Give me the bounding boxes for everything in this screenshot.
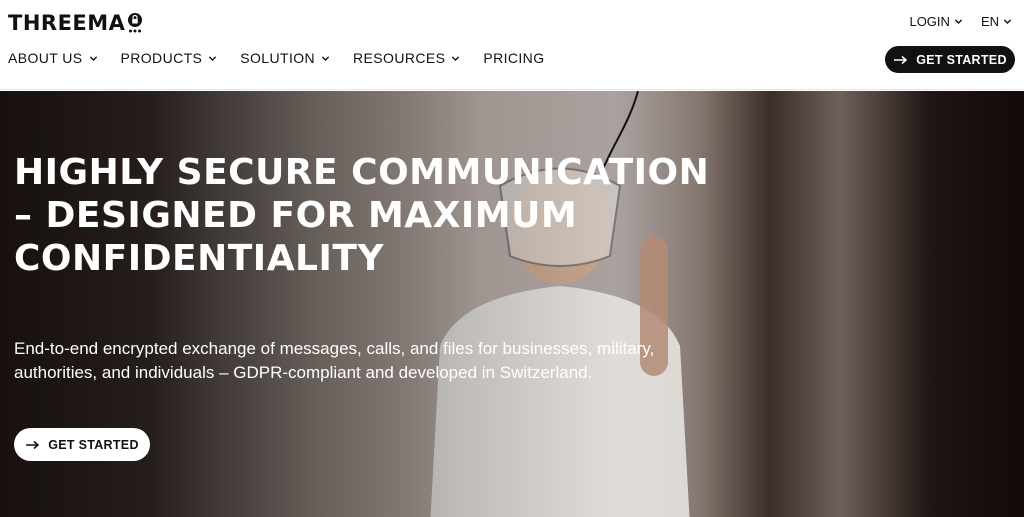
hero-description: End-to-end encrypted exchange of message… (14, 339, 655, 382)
arrow-right-icon (894, 55, 908, 64)
arrow-right-icon (26, 440, 40, 449)
hero-title: HIGHLY SECURE COMMUNICATION – DESIGNED F… (14, 152, 710, 279)
nav-item-resources[interactable]: RESOURCES (353, 50, 460, 66)
logo-wordmark: THREEMA (8, 11, 126, 35)
chevron-down-icon (321, 55, 330, 61)
hero-section: HIGHLY SECURE COMMUNICATION – DESIGNED F… (0, 91, 1024, 517)
hero-get-started-button[interactable]: GET STARTED (14, 428, 150, 461)
get-started-button[interactable]: GET STARTED (885, 46, 1015, 73)
main-nav: ABOUT US PRODUCTS SOLUTION RESOURCES PRI… (8, 50, 544, 66)
nav-item-products[interactable]: PRODUCTS (121, 50, 218, 66)
nav-item-solution[interactable]: SOLUTION (240, 50, 330, 66)
chevron-down-icon (954, 19, 963, 24)
chevron-down-icon (209, 55, 217, 61)
get-started-label: GET STARTED (916, 52, 1007, 67)
hero-get-started-label: GET STARTED (48, 437, 139, 452)
nav-item-label: SOLUTION (240, 50, 316, 66)
chevron-down-icon (1003, 19, 1012, 24)
logo-lock-icon (128, 13, 143, 33)
login-link[interactable]: LOGIN (909, 14, 963, 29)
nav-item-label: RESOURCES (353, 50, 446, 66)
top-utility-links: LOGIN EN (909, 14, 1012, 29)
login-label: LOGIN (909, 14, 950, 29)
nav-item-label: PRICING (483, 50, 545, 66)
nav-item-label: PRODUCTS (120, 50, 203, 66)
site-header: THREEMA LOGIN EN ABOUT US PRODUCTS SOLUT… (0, 0, 1024, 90)
chevron-down-icon (452, 55, 460, 61)
nav-item-about-us[interactable]: ABOUT US (8, 50, 98, 66)
chevron-down-icon (89, 55, 97, 61)
language-label: EN (980, 14, 999, 29)
language-selector[interactable]: EN (981, 14, 1012, 29)
nav-item-pricing[interactable]: PRICING (483, 50, 544, 66)
threema-logo[interactable]: THREEMA (8, 10, 144, 36)
nav-item-label: ABOUT US (8, 50, 83, 66)
